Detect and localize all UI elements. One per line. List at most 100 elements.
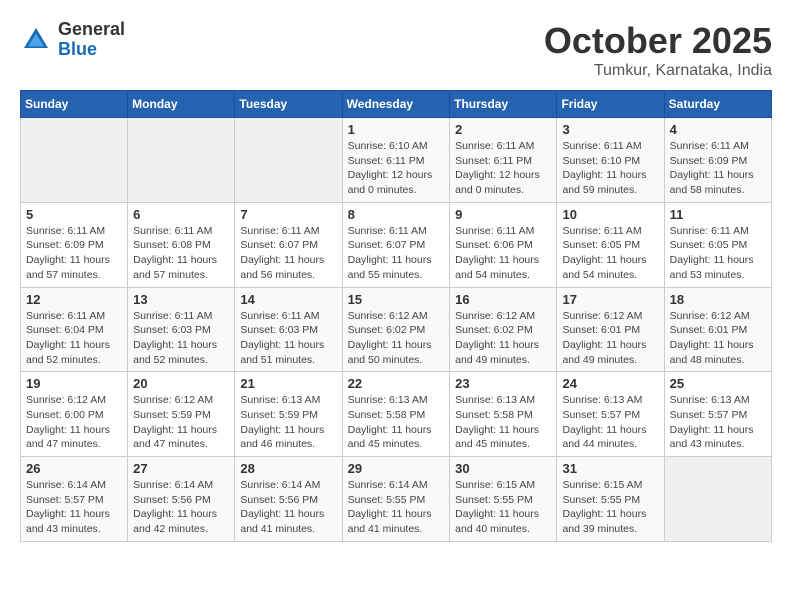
day-info: Sunrise: 6:10 AMSunset: 6:11 PMDaylight:… (348, 139, 445, 198)
day-header-thursday: Thursday (450, 91, 557, 118)
day-info: Sunrise: 6:13 AMSunset: 5:58 PMDaylight:… (348, 393, 445, 452)
day-info: Sunrise: 6:15 AMSunset: 5:55 PMDaylight:… (562, 478, 658, 537)
day-info: Sunrise: 6:14 AMSunset: 5:57 PMDaylight:… (26, 478, 122, 537)
day-info: Sunrise: 6:14 AMSunset: 5:55 PMDaylight:… (348, 478, 445, 537)
day-info: Sunrise: 6:11 AMSunset: 6:09 PMDaylight:… (26, 224, 122, 283)
calendar-cell: 25 Sunrise: 6:13 AMSunset: 5:57 PMDayligh… (664, 372, 771, 457)
day-number: 20 (133, 376, 229, 391)
day-info: Sunrise: 6:11 AMSunset: 6:08 PMDaylight:… (133, 224, 229, 283)
calendar-cell: 23Sunrise: 6:13 AMSunset: 5:58 PMDayligh… (450, 372, 557, 457)
day-number: 3 (562, 122, 658, 137)
day-number: 5 (26, 207, 122, 222)
day-info: Sunrise: 6:14 AMSunset: 5:56 PMDaylight:… (133, 478, 229, 537)
week-row-0: 1 Sunrise: 6:10 AMSunset: 6:11 PMDaylight… (21, 118, 772, 203)
day-number: 29 (348, 461, 445, 476)
day-number: 18 (670, 292, 766, 307)
day-number: 17 (562, 292, 658, 307)
calendar-cell: 28 Sunrise: 6:14 AMSunset: 5:56 PMDayligh… (235, 457, 342, 542)
calendar-cell: 17 Sunrise: 6:12 AMSunset: 6:01 PMDayligh… (557, 287, 664, 372)
calendar-cell (235, 118, 342, 203)
day-header-monday: Monday (128, 91, 235, 118)
day-info: Sunrise: 6:11 AMSunset: 6:04 PMDaylight:… (26, 309, 122, 368)
day-number: 7 (240, 207, 336, 222)
calendar-header: SundayMondayTuesdayWednesdayThursdayFrid… (21, 91, 772, 118)
calendar-cell: 14 Sunrise: 6:11 AMSunset: 6:03 PMDayligh… (235, 287, 342, 372)
calendar-cell: 22 Sunrise: 6:13 AMSunset: 5:58 PMDayligh… (342, 372, 450, 457)
calendar-cell (128, 118, 235, 203)
day-header-saturday: Saturday (664, 91, 771, 118)
day-info: Sunrise: 6:12 AMSunset: 5:59 PMDaylight:… (133, 393, 229, 452)
week-row-4: 26 Sunrise: 6:14 AMSunset: 5:57 PMDayligh… (21, 457, 772, 542)
day-info: Sunrise: 6:11 AMSunset: 6:09 PMDaylight:… (670, 139, 766, 198)
day-number: 11 (670, 207, 766, 222)
day-info: Sunrise: 6:11 AMSunset: 6:11 PMDaylight:… (455, 139, 551, 198)
day-number: 16 (455, 292, 551, 307)
day-info: Sunrise: 6:12 AMSunset: 6:01 PMDaylight:… (670, 309, 766, 368)
day-number: 10 (562, 207, 658, 222)
day-number: 28 (240, 461, 336, 476)
calendar-cell: 30Sunrise: 6:15 AMSunset: 5:55 PMDayligh… (450, 457, 557, 542)
day-info: Sunrise: 6:11 AMSunset: 6:07 PMDaylight:… (240, 224, 336, 283)
calendar-cell: 7 Sunrise: 6:11 AMSunset: 6:07 PMDaylight… (235, 202, 342, 287)
calendar-cell: 2Sunrise: 6:11 AMSunset: 6:11 PMDaylight… (450, 118, 557, 203)
week-row-2: 12 Sunrise: 6:11 AMSunset: 6:04 PMDayligh… (21, 287, 772, 372)
calendar-cell: 6Sunrise: 6:11 AMSunset: 6:08 PMDaylight… (128, 202, 235, 287)
day-info: Sunrise: 6:13 AMSunset: 5:57 PMDaylight:… (670, 393, 766, 452)
calendar-cell: 20 Sunrise: 6:12 AMSunset: 5:59 PMDayligh… (128, 372, 235, 457)
day-info: Sunrise: 6:11 AMSunset: 6:10 PMDaylight:… (562, 139, 658, 198)
day-info: Sunrise: 6:12 AMSunset: 6:02 PMDaylight:… (348, 309, 445, 368)
day-info: Sunrise: 6:12 AMSunset: 6:00 PMDaylight:… (26, 393, 122, 452)
day-number: 25 (670, 376, 766, 391)
day-number: 24 (562, 376, 658, 391)
calendar-cell: 9 Sunrise: 6:11 AMSunset: 6:06 PMDaylight… (450, 202, 557, 287)
day-number: 19 (26, 376, 122, 391)
calendar-cell: 3 Sunrise: 6:11 AMSunset: 6:10 PMDaylight… (557, 118, 664, 203)
calendar: SundayMondayTuesdayWednesdayThursdayFrid… (20, 90, 772, 542)
calendar-cell: 27Sunrise: 6:14 AMSunset: 5:56 PMDayligh… (128, 457, 235, 542)
calendar-cell: 18 Sunrise: 6:12 AMSunset: 6:01 PMDayligh… (664, 287, 771, 372)
day-info: Sunrise: 6:11 AMSunset: 6:03 PMDaylight:… (240, 309, 336, 368)
day-info: Sunrise: 6:11 AMSunset: 6:05 PMDaylight:… (670, 224, 766, 283)
calendar-cell: 24 Sunrise: 6:13 AMSunset: 5:57 PMDayligh… (557, 372, 664, 457)
day-number: 26 (26, 461, 122, 476)
page-header: General Blue October 2025 Tumkur, Karnat… (20, 20, 772, 80)
title-block: October 2025 Tumkur, Karnataka, India (544, 20, 772, 80)
calendar-cell: 4 Sunrise: 6:11 AMSunset: 6:09 PMDaylight… (664, 118, 771, 203)
day-info: Sunrise: 6:12 AMSunset: 6:01 PMDaylight:… (562, 309, 658, 368)
logo-text: General Blue (58, 20, 125, 60)
day-header-wednesday: Wednesday (342, 91, 450, 118)
day-info: Sunrise: 6:14 AMSunset: 5:56 PMDaylight:… (240, 478, 336, 537)
logo: General Blue (20, 20, 125, 60)
day-info: Sunrise: 6:12 AMSunset: 6:02 PMDaylight:… (455, 309, 551, 368)
day-number: 30 (455, 461, 551, 476)
day-number: 31 (562, 461, 658, 476)
day-number: 4 (670, 122, 766, 137)
calendar-body: 1 Sunrise: 6:10 AMSunset: 6:11 PMDaylight… (21, 118, 772, 542)
day-number: 12 (26, 292, 122, 307)
calendar-cell: 12 Sunrise: 6:11 AMSunset: 6:04 PMDayligh… (21, 287, 128, 372)
month-title: October 2025 (544, 20, 772, 62)
calendar-cell: 13Sunrise: 6:11 AMSunset: 6:03 PMDayligh… (128, 287, 235, 372)
day-number: 1 (348, 122, 445, 137)
calendar-cell: 29 Sunrise: 6:14 AMSunset: 5:55 PMDayligh… (342, 457, 450, 542)
day-info: Sunrise: 6:11 AMSunset: 6:06 PMDaylight:… (455, 224, 551, 283)
day-number: 9 (455, 207, 551, 222)
calendar-cell: 16 Sunrise: 6:12 AMSunset: 6:02 PMDayligh… (450, 287, 557, 372)
day-number: 22 (348, 376, 445, 391)
calendar-cell: 31 Sunrise: 6:15 AMSunset: 5:55 PMDayligh… (557, 457, 664, 542)
calendar-cell: 15 Sunrise: 6:12 AMSunset: 6:02 PMDayligh… (342, 287, 450, 372)
day-info: Sunrise: 6:13 AMSunset: 5:57 PMDaylight:… (562, 393, 658, 452)
day-number: 23 (455, 376, 551, 391)
week-row-3: 19 Sunrise: 6:12 AMSunset: 6:00 PMDayligh… (21, 372, 772, 457)
day-number: 13 (133, 292, 229, 307)
day-number: 8 (348, 207, 445, 222)
header-row: SundayMondayTuesdayWednesdayThursdayFrid… (21, 91, 772, 118)
calendar-cell: 1 Sunrise: 6:10 AMSunset: 6:11 PMDaylight… (342, 118, 450, 203)
calendar-cell (664, 457, 771, 542)
day-number: 14 (240, 292, 336, 307)
calendar-cell: 10Sunrise: 6:11 AMSunset: 6:05 PMDayligh… (557, 202, 664, 287)
day-header-tuesday: Tuesday (235, 91, 342, 118)
day-number: 15 (348, 292, 445, 307)
week-row-1: 5 Sunrise: 6:11 AMSunset: 6:09 PMDaylight… (21, 202, 772, 287)
calendar-cell: 21Sunrise: 6:13 AMSunset: 5:59 PMDayligh… (235, 372, 342, 457)
